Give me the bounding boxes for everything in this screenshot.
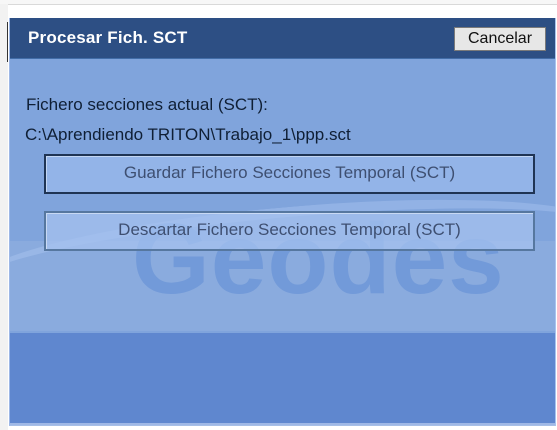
left-edge-line	[7, 22, 8, 62]
dialog-title-bar: Procesar Fich. SCT Cancelar	[10, 18, 555, 59]
top-window-border	[0, 0, 557, 5]
left-window-edge	[0, 4, 8, 430]
save-temporary-sections-file-button[interactable]: Guardar Fichero Secciones Temporal (SCT)	[44, 154, 535, 194]
dialog-light-band	[10, 241, 555, 331]
screen: Geodes Procesar Fich. SCT Cancelar Fiche…	[0, 0, 557, 430]
process-sct-dialog: Geodes Procesar Fich. SCT Cancelar Fiche…	[9, 18, 556, 426]
cancel-button[interactable]: Cancelar	[454, 27, 546, 51]
dialog-lower-background	[10, 333, 555, 425]
dialog-bottom-edge	[10, 423, 555, 425]
dialog-title: Procesar Fich. SCT	[28, 28, 188, 47]
discard-temporary-sections-file-button[interactable]: Descartar Fichero Secciones Temporal (SC…	[44, 211, 535, 251]
current-file-label: Fichero secciones actual (SCT):	[26, 95, 268, 114]
current-file-path: C:\Aprendiendo TRITON\Trabajo_1\ppp.sct	[25, 125, 351, 144]
